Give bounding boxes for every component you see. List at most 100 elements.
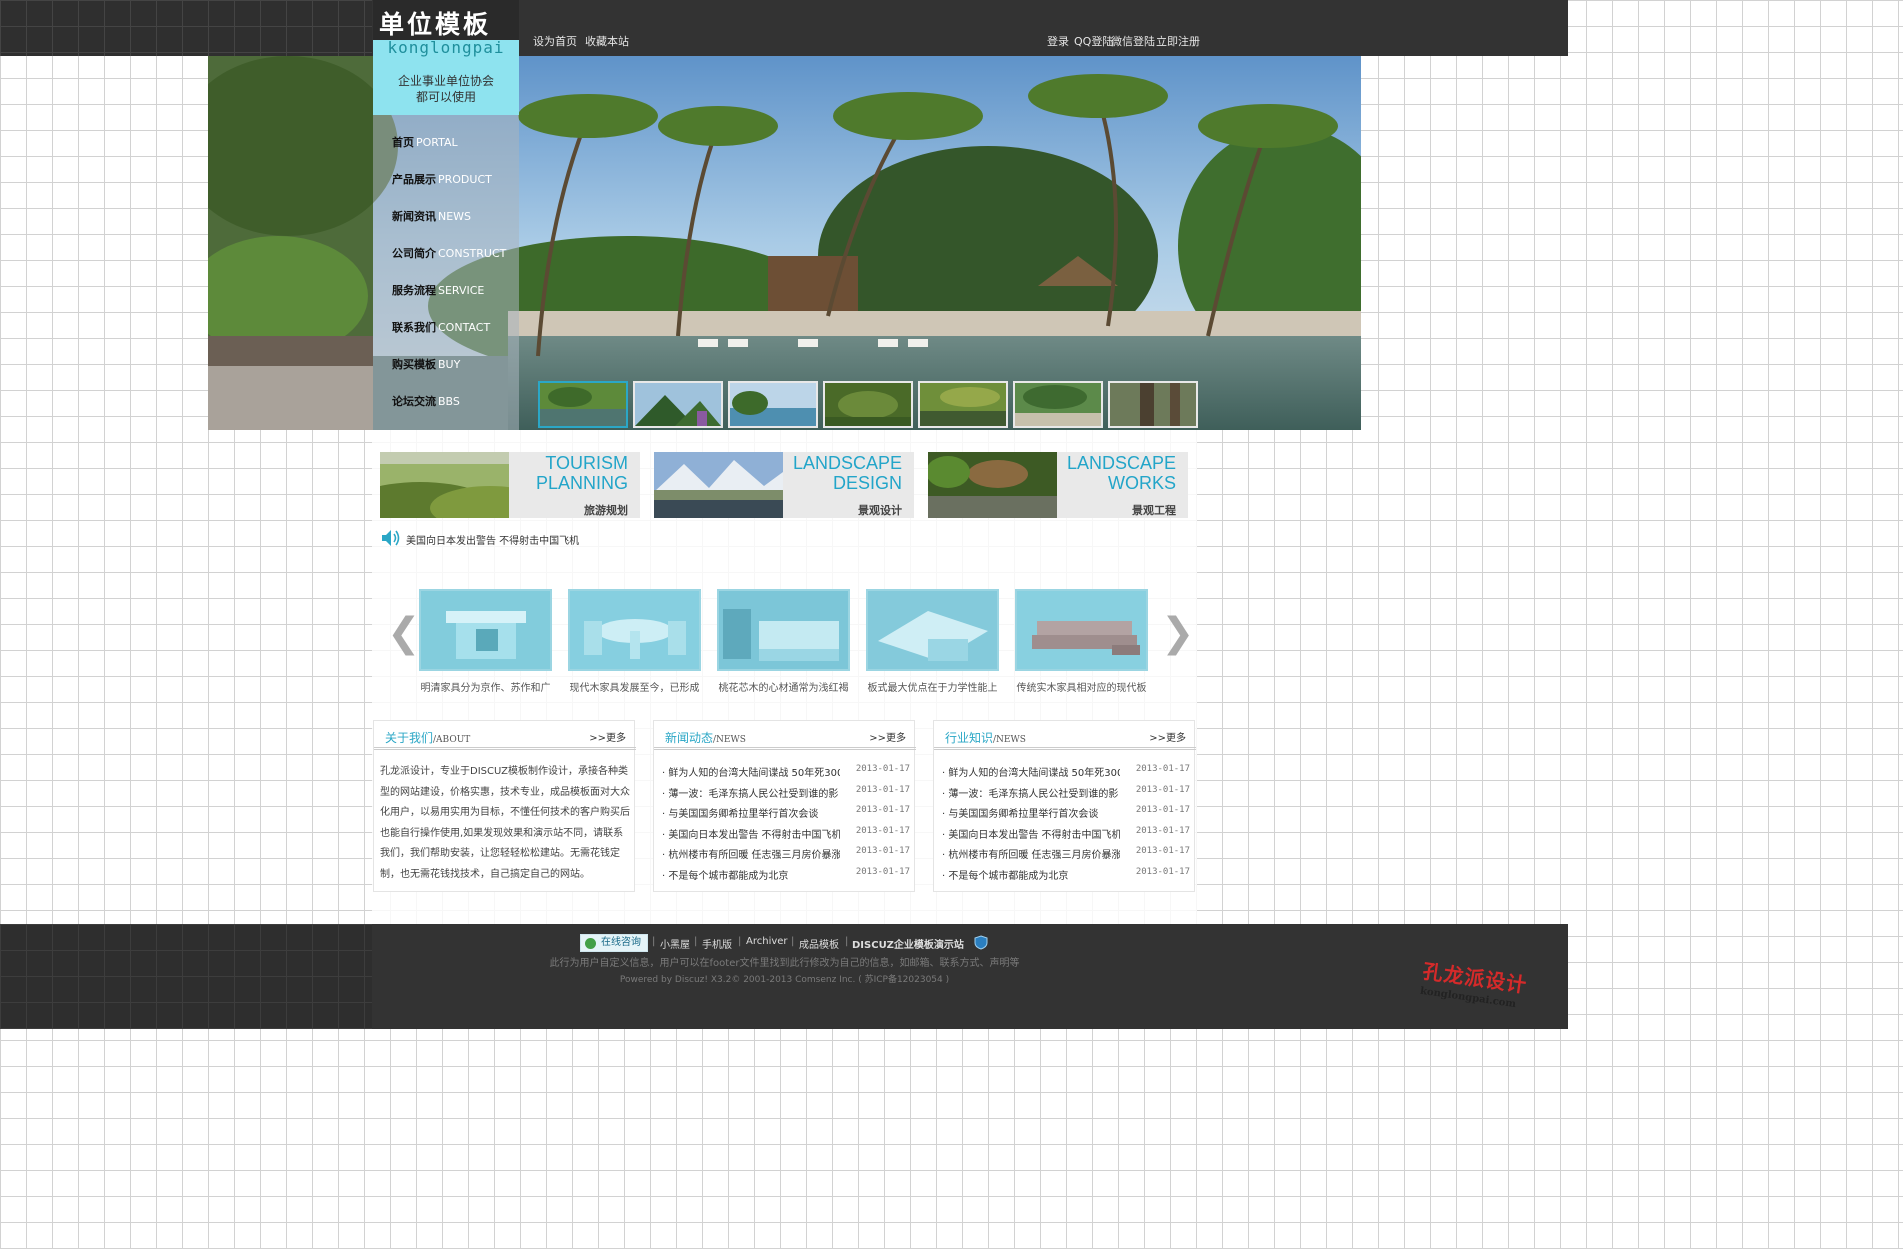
- footer-link-mobile[interactable]: 手机版: [702, 936, 732, 951]
- slider-thumb[interactable]: [1108, 381, 1198, 428]
- news-date: 2013-01-17: [855, 825, 910, 836]
- industry-panel: 行业知识/NEWS >>更多 · 鲜为人知的台湾大陆间谍战 50年死3000 20…: [933, 720, 1196, 892]
- shield-icon[interactable]: [974, 935, 988, 950]
- news-title[interactable]: · 不是每个城市都能成为北京: [662, 867, 840, 882]
- service-landscape-design[interactable]: LANDSCAPE DESIGN 景观设计: [654, 452, 914, 518]
- logo-title: 单位模板: [373, 0, 519, 40]
- product-card[interactable]: [568, 589, 701, 671]
- product-caption[interactable]: 现代木家具发展至今，已形成: [568, 679, 701, 694]
- main-nav: 首页 PORTAL 产品展示 PRODUCT 新闻资讯 NEWS 公司简介 CONSTR…: [373, 115, 519, 430]
- service-image: [928, 452, 1057, 518]
- service-subtitle: 景观设计: [858, 504, 902, 517]
- footer-link-demo[interactable]: DISCUZ企业模板演示站: [852, 936, 964, 951]
- ticker-text[interactable]: 美国向日本发出警告 不得射击中国飞机: [406, 532, 579, 547]
- product-card[interactable]: [419, 589, 552, 671]
- chevron-right-icon[interactable]: ❯: [1161, 610, 1195, 656]
- register-link[interactable]: 立即注册: [1156, 33, 1200, 49]
- footer-link-blacklist[interactable]: 小黑屋: [660, 936, 690, 951]
- nav-item-portal[interactable]: 首页 PORTAL: [392, 134, 458, 150]
- news-item: · 薄一波：毛泽东搞人民公社受到谁的影 2013-01-17: [662, 785, 910, 805]
- service-tourism-planning[interactable]: TOURISM PLANNING 旅游规划: [380, 452, 640, 518]
- nav-item-buy[interactable]: 购买模板 BUY: [392, 356, 460, 372]
- qq-login-link[interactable]: QQ登陆: [1074, 33, 1113, 49]
- nav-item-contact[interactable]: 联系我们 CONTACT: [392, 319, 490, 335]
- slider-thumb[interactable]: [823, 381, 913, 428]
- news-title[interactable]: · 杭州楼市有所回暖 任志强三月房价暴涨: [662, 846, 840, 861]
- nav-item-bbs[interactable]: 论坛交流 BBS: [392, 393, 460, 409]
- news-title[interactable]: · 鲜为人知的台湾大陆间谍战 50年死3000: [662, 764, 840, 779]
- panel-header: 行业知识/NEWS >>更多: [934, 721, 1196, 750]
- news-date: 2013-01-17: [1135, 846, 1190, 856]
- set-homepage-link[interactable]: 设为首页: [533, 33, 577, 49]
- product-caption[interactable]: 桃花芯木的心材通常为浅红褐: [717, 679, 850, 694]
- product-card[interactable]: [1015, 589, 1148, 671]
- news-title[interactable]: · 与美国国务卿希拉里举行首次会谈: [662, 805, 840, 820]
- panel-title: 关于我们/ABOUT: [385, 731, 471, 745]
- news-date: 2013-01-17: [855, 846, 910, 856]
- panel-header: 关于我们/ABOUT >>更多: [374, 721, 636, 750]
- news-title[interactable]: · 鲜为人知的台湾大陆间谍战 50年死3000: [942, 764, 1120, 779]
- product-caption[interactable]: 板式最大优点在于力学性能上: [866, 679, 999, 694]
- footer-copyright: Powered by Discuz! X3.2© 2001-2013 Comse…: [619, 975, 950, 985]
- chevron-left-icon[interactable]: ❮: [387, 610, 421, 656]
- news-item: · 鲜为人知的台湾大陆间谍战 50年死3000 2013-01-17: [942, 764, 1190, 784]
- logo-subtitle: konglongpai: [387, 38, 505, 57]
- slider-thumb[interactable]: [918, 381, 1008, 428]
- nav-item-label: 产品展示: [392, 173, 436, 186]
- product-card[interactable]: [717, 589, 850, 671]
- news-title[interactable]: · 与美国国务卿希拉里举行首次会谈: [942, 805, 1120, 820]
- nav-item-label: 公司简介: [392, 247, 436, 260]
- product-caption[interactable]: 明清家具分为京作、苏作和广: [419, 679, 552, 694]
- service-subtitle: 旅游规划: [584, 504, 628, 517]
- slider-thumb[interactable]: [633, 381, 723, 428]
- news-item: · 与美国国务卿希拉里举行首次会谈 2013-01-17: [662, 805, 910, 825]
- about-text: 孔龙派设计，专业于DISCUZ模板制作设计，承接各种类型的网站建设，价格实惠，技…: [380, 766, 630, 880]
- nav-item-label: 首页: [392, 136, 414, 149]
- news-item: · 不是每个城市都能成为北京 2013-01-17: [942, 867, 1190, 887]
- news-item: · 杭州楼市有所回暖 任志强三月房价暴涨 2013-01-17: [662, 846, 910, 866]
- footer-link-templates[interactable]: 成品模板: [799, 936, 839, 951]
- nav-item-sublabel: NEWS: [438, 210, 472, 223]
- more-link[interactable]: >>更多: [869, 729, 906, 744]
- nav-item-construct[interactable]: 公司简介 CONSTRUCT: [392, 245, 506, 261]
- logo-desc-line1: 企业事业单位协会: [397, 74, 494, 88]
- footer-link-archiver[interactable]: Archiver: [746, 936, 788, 947]
- news-title[interactable]: · 薄一波：毛泽东搞人民公社受到谁的影: [942, 785, 1120, 800]
- service-title: TOURISM PLANNING: [535, 453, 628, 493]
- site-logo[interactable]: 单位模板 konglongpai 企业事业单位协会 都可以使用: [373, 0, 519, 115]
- footer-separator: |: [652, 936, 656, 947]
- news-date: 2013-01-17: [1135, 784, 1190, 795]
- slider-thumb[interactable]: [1013, 381, 1103, 428]
- more-link[interactable]: >>更多: [589, 729, 626, 744]
- wechat-login-link[interactable]: 微信登陆: [1111, 33, 1155, 49]
- login-link[interactable]: 登录: [1047, 33, 1069, 49]
- slider-thumb[interactable]: [538, 381, 628, 428]
- nav-item-sublabel: BUY: [438, 358, 461, 371]
- about-panel: 关于我们/ABOUT >>更多 孔龙派设计，专业于DISCUZ模板制作设计，承接…: [373, 720, 636, 892]
- speaker-icon: [382, 530, 400, 546]
- online-consult-button[interactable]: 在线咨询: [580, 934, 648, 952]
- news-title[interactable]: · 美国向日本发出警告 不得射击中国飞机: [942, 826, 1120, 841]
- bookmark-link[interactable]: 收藏本站: [585, 33, 629, 49]
- nav-item-label: 服务流程: [392, 284, 436, 297]
- nav-item-news[interactable]: 新闻资讯 NEWS: [392, 208, 471, 224]
- product-card[interactable]: [866, 589, 999, 671]
- news-title[interactable]: · 不是每个城市都能成为北京: [942, 867, 1120, 882]
- more-link[interactable]: >>更多: [1149, 729, 1186, 744]
- nav-item-sublabel: BBS: [438, 395, 460, 408]
- news-item: · 杭州楼市有所回暖 任志强三月房价暴涨 2013-01-17: [942, 846, 1190, 866]
- nav-item-product[interactable]: 产品展示 PRODUCT: [392, 171, 492, 187]
- logo-desc-line2: 都可以使用: [415, 90, 476, 104]
- nav-item-label: 购买模板: [392, 358, 436, 371]
- news-title[interactable]: · 薄一波：毛泽东搞人民公社受到谁的影: [662, 785, 840, 800]
- service-subtitle: 景观工程: [1132, 504, 1176, 517]
- news-title[interactable]: · 美国向日本发出警告 不得射击中国飞机: [662, 826, 840, 841]
- nav-item-service[interactable]: 服务流程 SERVICE: [392, 282, 484, 298]
- service-landscape-works[interactable]: LANDSCAPE WORKS 景观工程: [928, 452, 1188, 518]
- news-date: 2013-01-17: [855, 784, 910, 795]
- footer-separator: |: [738, 936, 742, 947]
- slider-thumb[interactable]: [728, 381, 818, 428]
- product-caption[interactable]: 传统实木家具相对应的现代板: [1015, 679, 1148, 694]
- nav-item-sublabel: CONSTRUCT: [438, 247, 507, 260]
- news-title[interactable]: · 杭州楼市有所回暖 任志强三月房价暴涨: [942, 846, 1120, 861]
